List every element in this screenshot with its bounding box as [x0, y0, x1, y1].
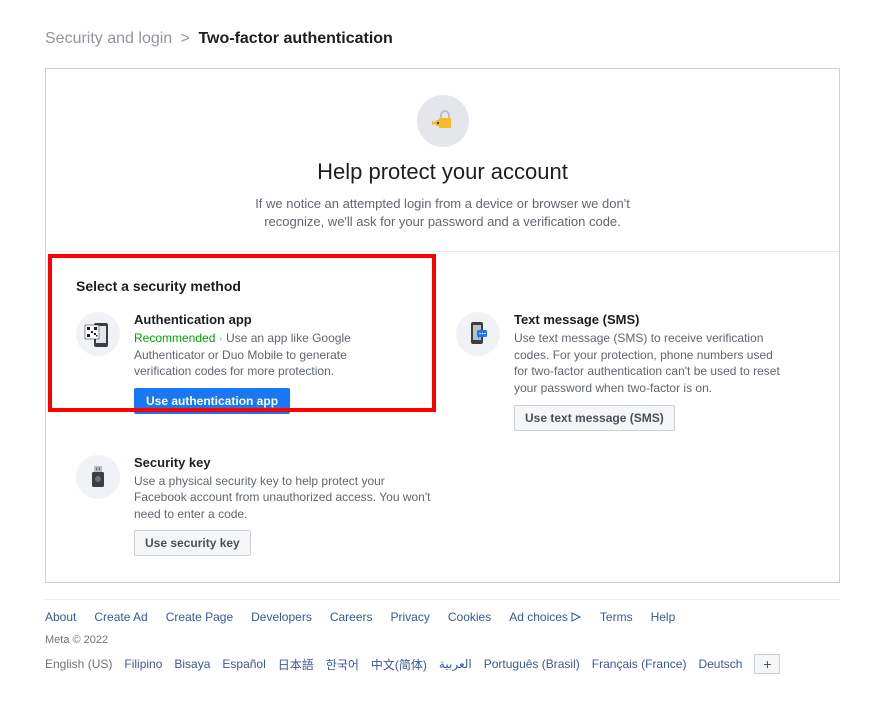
lang-korean[interactable]: 한국어 [326, 656, 359, 673]
footer-link-developers[interactable]: Developers [251, 610, 312, 624]
method-auth-app: Authentication app Recommended · Use an … [76, 312, 406, 430]
footer-link-help[interactable]: Help [651, 610, 676, 624]
two-factor-panel: Help protect your account If we notice a… [45, 68, 840, 583]
lang-bisaya[interactable]: Bisaya [174, 657, 210, 671]
use-sms-button[interactable]: Use text message (SMS) [514, 405, 675, 431]
footer-link-create-ad[interactable]: Create Ad [94, 610, 147, 624]
footer-link-adchoices[interactable]: Ad choices [509, 610, 582, 624]
footer-link-privacy[interactable]: Privacy [391, 610, 430, 624]
lang-portuguese[interactable]: Português (Brasil) [484, 657, 580, 671]
lang-french[interactable]: Français (France) [592, 657, 687, 671]
footer-link-terms[interactable]: Terms [600, 610, 633, 624]
lang-german[interactable]: Deutsch [698, 657, 742, 671]
methods-section: Select a security method [46, 252, 839, 582]
adchoices-icon [570, 611, 582, 623]
use-auth-app-button[interactable]: Use authentication app [134, 388, 290, 414]
breadcrumb-current: Two-factor authentication [198, 30, 392, 47]
breadcrumb: Security and login > Two-factor authenti… [45, 30, 840, 48]
lang-arabic[interactable]: العربية [439, 657, 472, 671]
lock-key-icon [417, 95, 469, 147]
auth-app-title: Authentication app [134, 312, 406, 327]
method-security-key: Security key Use a physical security key… [76, 455, 809, 557]
qr-phone-icon [76, 312, 120, 356]
lang-chinese[interactable]: 中文(简体) [371, 656, 427, 673]
security-key-desc: Use a physical security key to help prot… [134, 473, 434, 523]
lang-filipino[interactable]: Filipino [124, 657, 162, 671]
lang-japanese[interactable]: 日本語 [278, 656, 314, 673]
auth-app-desc: Recommended · Use an app like Google Aut… [134, 330, 406, 380]
security-key-title: Security key [134, 455, 434, 470]
breadcrumb-separator: > [181, 30, 190, 47]
recommended-label: Recommended [134, 331, 215, 345]
sms-desc: Use text message (SMS) to receive verifi… [514, 330, 786, 396]
footer-link-cookies[interactable]: Cookies [448, 610, 491, 624]
footer-link-create-page[interactable]: Create Page [166, 610, 233, 624]
lang-current: English (US) [45, 657, 112, 671]
copyright: Meta © 2022 [45, 634, 840, 646]
add-language-button[interactable]: + [754, 654, 780, 674]
phone-sms-icon [456, 312, 500, 356]
footer-link-about[interactable]: About [45, 610, 76, 624]
breadcrumb-prev[interactable]: Security and login [45, 30, 172, 47]
usb-key-icon [76, 455, 120, 499]
footer-links: About Create Ad Create Page Developers C… [45, 610, 840, 624]
language-row: English (US) Filipino Bisaya Español 日本語… [45, 654, 840, 674]
hero-section: Help protect your account If we notice a… [46, 69, 839, 252]
lang-espanol[interactable]: Español [222, 657, 265, 671]
hero-title: Help protect your account [66, 159, 819, 185]
method-sms: Text message (SMS) Use text message (SMS… [456, 312, 786, 430]
sms-title: Text message (SMS) [514, 312, 786, 327]
hero-subtitle: If we notice an attempted login from a d… [243, 195, 643, 231]
use-security-key-button[interactable]: Use security key [134, 530, 251, 556]
methods-heading: Select a security method [76, 278, 809, 294]
footer: About Create Ad Create Page Developers C… [45, 599, 840, 674]
footer-link-careers[interactable]: Careers [330, 610, 373, 624]
